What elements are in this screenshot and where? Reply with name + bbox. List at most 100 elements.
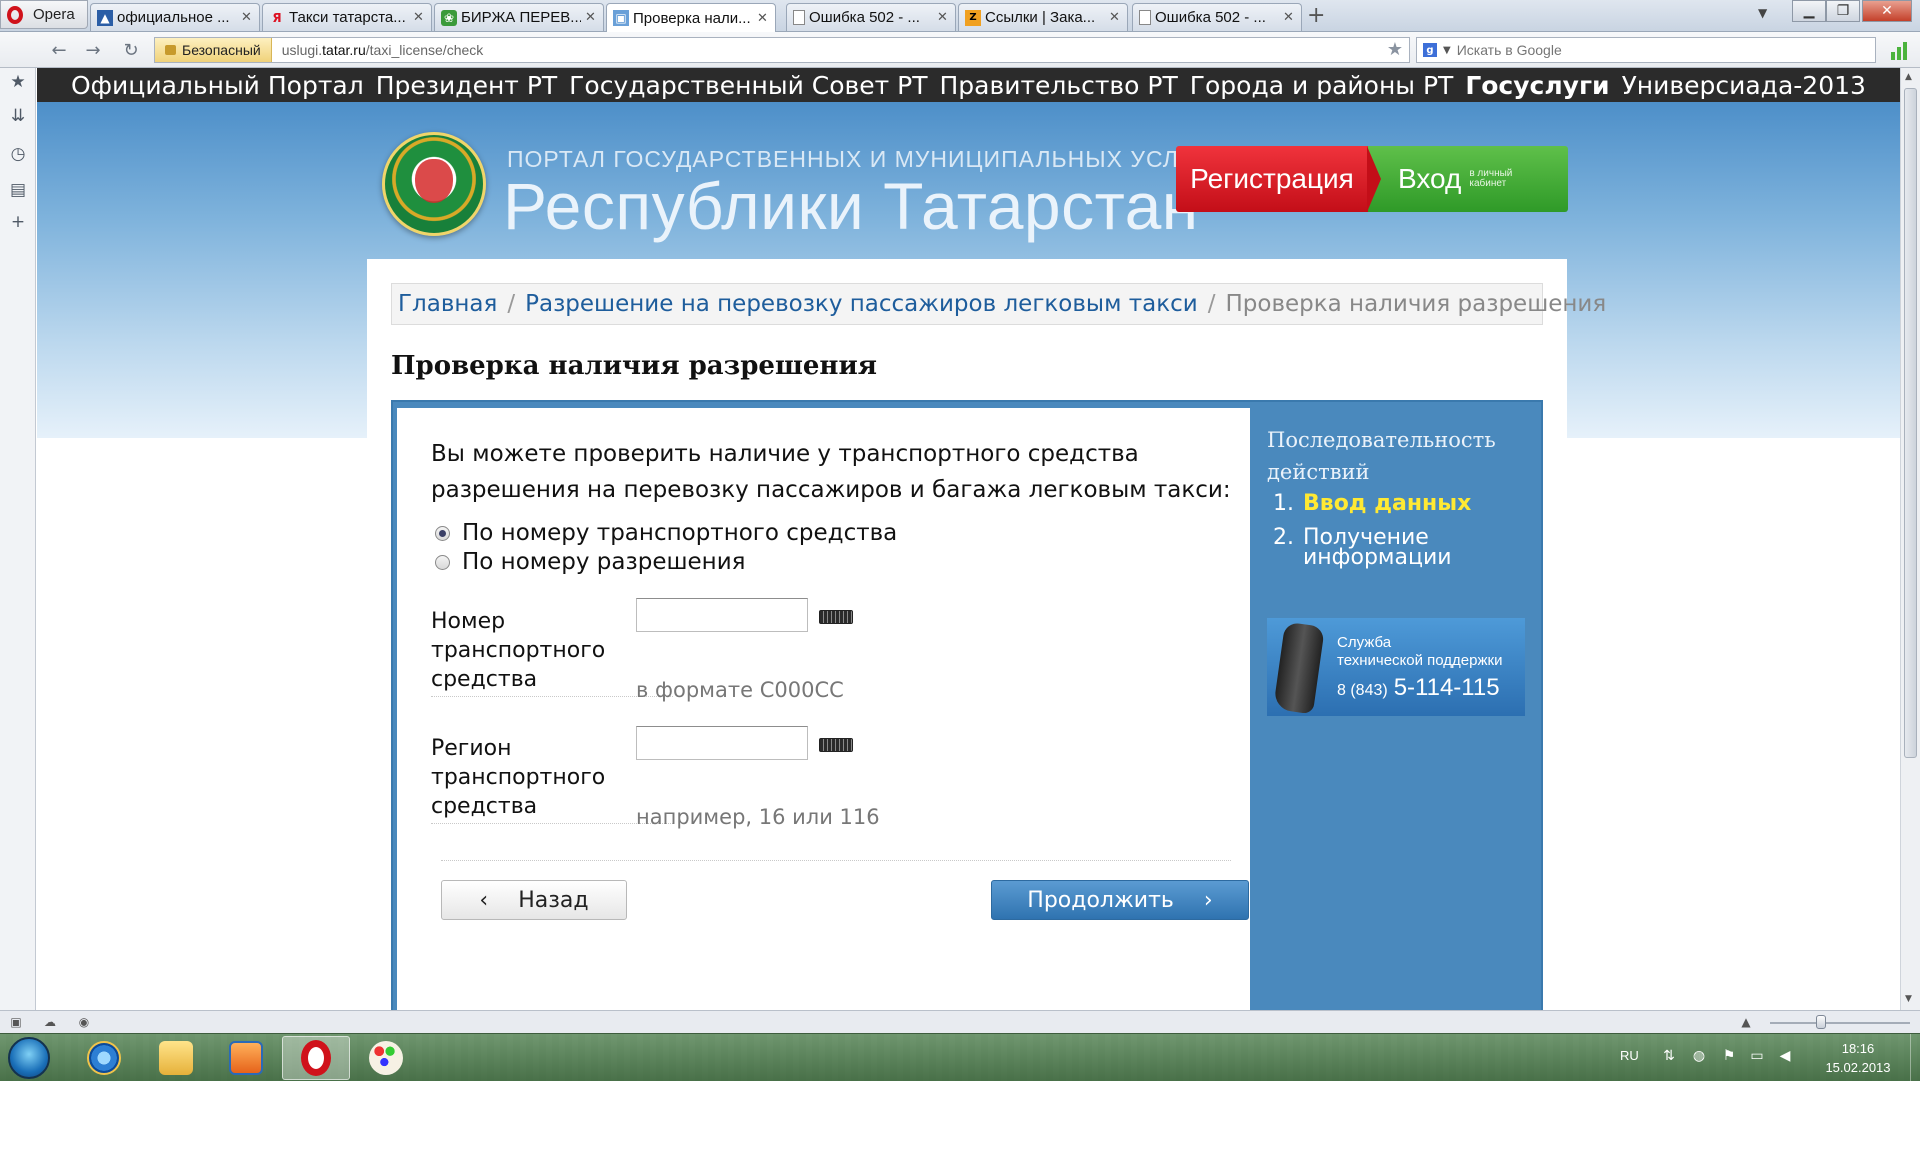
tray-volume-icon[interactable]: ◀ [1776, 1047, 1794, 1065]
login-button[interactable]: Вход в личный кабинет [1367, 146, 1568, 212]
page-scrollbar[interactable]: ▲ ▼ [1900, 68, 1920, 1010]
downloads-icon[interactable]: ⇊ [8, 106, 28, 126]
browser-status-bar: ▣ ☁ ◉ ▲ [0, 1010, 1920, 1033]
support-text: Служба технической поддержки [1337, 634, 1502, 670]
security-badge[interactable]: Безопасный [155, 38, 272, 62]
browser-tab[interactable]: Ошибка 502 - ... ✕ [786, 3, 956, 31]
show-desktop-button[interactable] [1910, 1034, 1920, 1082]
tray-display-icon[interactable]: ▭ [1748, 1047, 1766, 1065]
nav-government[interactable]: Правительство РТ [940, 71, 1178, 100]
step-number: 2. [1273, 525, 1294, 550]
tab-list-chevron-icon[interactable]: ▼ [1758, 6, 1767, 20]
back-arrow-icon[interactable]: ← [46, 38, 72, 62]
virtual-keyboard-icon[interactable] [819, 738, 853, 752]
close-tab-icon[interactable]: ✕ [757, 11, 769, 26]
close-tab-icon[interactable]: ✕ [585, 10, 597, 25]
maximize-window-icon[interactable]: ❐ [1826, 0, 1860, 22]
radio-vehicle-number[interactable] [435, 525, 450, 541]
windows-start-icon[interactable] [8, 1037, 50, 1079]
back-button[interactable]: ‹ Назад [441, 880, 627, 920]
nav-cities-districts[interactable]: Города и районы РТ [1190, 71, 1454, 100]
nav-president[interactable]: Президент РТ [376, 71, 557, 100]
reload-icon[interactable]: ↻ [118, 38, 144, 62]
breadcrumb-home-link[interactable]: Главная [398, 291, 497, 317]
radio-permit-number[interactable] [435, 554, 450, 570]
scroll-down-arrow-icon[interactable]: ▼ [1905, 994, 1912, 1004]
google-search-engine-icon[interactable]: g [1423, 43, 1437, 57]
step-number: 1. [1273, 491, 1294, 516]
tray-flag-icon[interactable]: ⚑ [1720, 1047, 1738, 1065]
tray-language[interactable]: RU [1620, 1048, 1639, 1063]
scroll-up-arrow-icon[interactable]: ▲ [1905, 72, 1912, 82]
option-by-permit-number[interactable]: По номеру разрешения [435, 549, 746, 575]
virtual-keyboard-icon[interactable] [819, 610, 853, 624]
close-tab-icon[interactable]: ✕ [1283, 10, 1295, 25]
add-panel-plus-icon[interactable]: + [8, 212, 28, 232]
browser-tab[interactable]: ▲ официальное ... ✕ [90, 3, 260, 31]
page-icon [793, 10, 805, 25]
form-divider [441, 860, 1231, 861]
scroll-thumb[interactable] [1904, 88, 1917, 758]
opera-menu-label: Opera [33, 6, 75, 23]
taskbar-opera[interactable] [282, 1036, 350, 1080]
browser-tab[interactable]: Я Такси татарста... ✕ [262, 3, 432, 31]
browser-tab[interactable]: Z Ссылки | Зака... ✕ [958, 3, 1128, 31]
search-input[interactable] [1456, 42, 1837, 58]
screen: Opera ▲ официальное ... ✕ Я Такси татарс… [0, 0, 1920, 1152]
support-phone: 8 (843) 5-114-115 [1337, 674, 1500, 702]
nav-state-council[interactable]: Государственный Совет РТ [569, 71, 927, 100]
forward-arrow-icon[interactable]: → [80, 38, 106, 62]
taskbar-explorer[interactable] [142, 1036, 210, 1080]
form-intro-text: Вы можете проверить наличие у транспортн… [431, 441, 1231, 503]
close-tab-icon[interactable]: ✕ [937, 10, 949, 25]
tray-clock[interactable]: 18:16 15.02.2013 [1812, 1039, 1904, 1077]
back-label: Назад [518, 887, 589, 913]
close-tab-icon[interactable]: ✕ [413, 10, 425, 25]
tatarstan-emblem-icon[interactable] [382, 132, 486, 236]
option-by-vehicle-number[interactable]: По номеру транспортного средства [435, 520, 897, 546]
continue-button[interactable]: Продолжить › [991, 880, 1249, 920]
history-clock-icon[interactable]: ◷ [8, 144, 28, 164]
bookmark-star-icon[interactable]: ★ [1387, 39, 1403, 60]
browser-tab[interactable]: ❀ БИРЖА ПЕРЕВ... ✕ [434, 3, 604, 31]
panel-toggle-icon[interactable]: ▣ [8, 1015, 24, 1029]
engine-dropdown-icon[interactable]: ▼ [1443, 45, 1451, 56]
vehicle-number-input[interactable] [636, 598, 808, 632]
url-field[interactable]: Безопасный uslugi.tatar.ru/taxi_license/… [154, 37, 1410, 63]
turbo-icon[interactable]: ◉ [76, 1015, 92, 1029]
notes-icon[interactable]: ▤ [8, 180, 28, 200]
chevron-right-icon: › [1203, 887, 1213, 913]
tech-support-banner[interactable]: Служба технической поддержки 8 (843) 5-11… [1267, 618, 1525, 716]
step-enter-data: 1. Ввод данных [1273, 491, 1471, 516]
taskbar-ie[interactable] [70, 1036, 138, 1080]
login-label: Вход [1398, 163, 1462, 194]
nav-gosuslugi[interactable]: Госуслуги [1465, 71, 1609, 100]
browser-tab[interactable]: Ошибка 502 - ... ✕ [1132, 3, 1302, 31]
bookmarks-star-icon[interactable]: ★ [8, 72, 28, 92]
nav-universiade[interactable]: Универсиада-2013 [1622, 71, 1866, 100]
signal-bars-icon [1891, 42, 1907, 60]
close-tab-icon[interactable]: ✕ [241, 10, 253, 25]
page-title: Проверка наличия разрешения [391, 351, 877, 381]
close-window-icon[interactable]: ✕ [1862, 0, 1912, 22]
close-tab-icon[interactable]: ✕ [1109, 10, 1121, 25]
cloud-icon[interactable]: ☁ [42, 1015, 58, 1029]
opera-menu-button[interactable]: Opera [0, 0, 88, 29]
new-tab-plus-icon[interactable]: + [1307, 3, 1325, 29]
tray-network-icon[interactable]: ⇅ [1660, 1047, 1678, 1065]
taskbar-media-player[interactable] [212, 1036, 280, 1080]
vehicle-region-input[interactable] [636, 726, 808, 760]
browser-tab-active[interactable]: ▣ Проверка нали... ✕ [606, 3, 776, 32]
breadcrumb: Главная / Разрешение на перевозку пассаж… [391, 283, 1606, 325]
zoom-toggle-icon[interactable]: ▲ [1738, 1015, 1754, 1029]
tray-antivirus-icon[interactable]: ◍ [1690, 1047, 1708, 1065]
address-toolbar: ← → ↻ Безопасный uslugi.tatar.ru/taxi_li… [0, 32, 1920, 68]
zoom-slider[interactable] [1770, 1022, 1910, 1024]
search-field[interactable]: g ▼ [1416, 37, 1876, 63]
minimize-window-icon[interactable]: ▁ [1792, 0, 1826, 22]
register-button[interactable]: Регистрация [1176, 146, 1368, 212]
breadcrumb-section-link[interactable]: Разрешение на перевозку пассажиров легко… [525, 291, 1198, 317]
nav-official-portal[interactable]: Официальный Портал [71, 71, 364, 100]
zoom-slider-knob[interactable] [1816, 1015, 1826, 1029]
taskbar-paint[interactable] [352, 1036, 420, 1080]
